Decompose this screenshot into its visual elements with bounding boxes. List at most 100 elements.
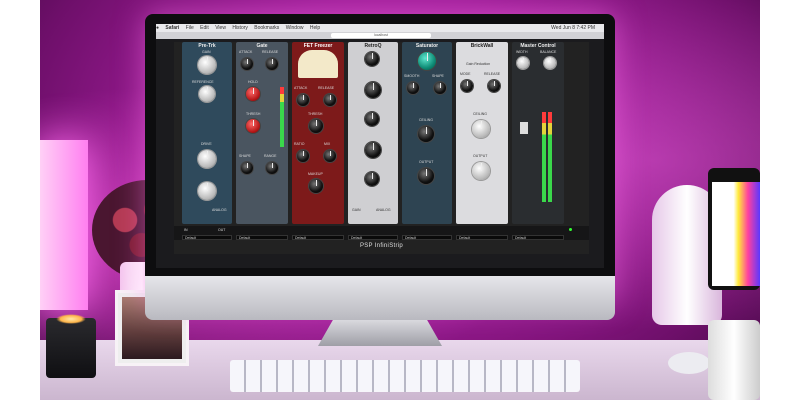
ceiling-knob[interactable] <box>418 126 434 142</box>
preset-select[interactable]: Default <box>402 235 452 240</box>
menu-item[interactable]: Bookmarks <box>254 25 279 31</box>
preset-select[interactable]: Default <box>512 235 564 240</box>
saturation-knob[interactable] <box>418 52 436 70</box>
strip-retroq: RetroQ GAIN ANALOG <box>348 42 398 224</box>
url-field[interactable]: localhost <box>331 33 431 38</box>
candle <box>46 314 96 378</box>
knob-label: CEILING <box>419 118 434 122</box>
gain-knob[interactable] <box>198 56 216 74</box>
output-knob[interactable] <box>418 168 434 184</box>
knob-label: SHAPE <box>239 154 251 158</box>
knob-label: RELEASE <box>318 86 335 90</box>
smooth-knob[interactable] <box>407 82 419 94</box>
pink-lamp <box>40 140 88 310</box>
knob-label: BALANCE <box>540 50 557 54</box>
preset-select[interactable]: Default <box>182 235 232 240</box>
browser-toolbar: localhost <box>156 32 604 39</box>
shape-knob[interactable] <box>434 82 446 94</box>
knob-label: ATTACK <box>239 50 253 54</box>
balance-knob[interactable] <box>544 57 556 69</box>
screen: ● Safari File Edit View History Bookmark… <box>156 24 604 268</box>
brand-name: PSP InfiniStrip <box>359 243 404 249</box>
strip-title: Master Control <box>520 43 556 49</box>
range-knob[interactable] <box>266 162 278 174</box>
knob-label: GAIN <box>202 50 211 54</box>
strip-title: Saturator <box>415 43 439 49</box>
reference-knob[interactable] <box>199 86 215 102</box>
eq-knob-4[interactable] <box>365 142 381 158</box>
mode-knob[interactable] <box>461 80 473 92</box>
strip-brickwall: BrickWall Gain Reduction MODE RELEASE CE… <box>456 42 508 224</box>
phone <box>708 168 760 290</box>
knob-label: REFERENCE <box>192 80 214 84</box>
menu-item[interactable]: Help <box>310 25 320 31</box>
attack-knob[interactable] <box>241 58 253 70</box>
status-clock: Wed Jun 8 7:42 PM <box>551 25 595 31</box>
out-label: OUT <box>218 228 226 232</box>
apple-icon[interactable]: ● <box>156 25 159 31</box>
menu-item[interactable]: View <box>215 25 226 31</box>
knob-label: DRIVE <box>201 142 212 146</box>
strip-title: Gate <box>256 43 268 49</box>
knob-label: THRESH <box>308 112 323 116</box>
knob-label: RELEASE <box>262 50 279 54</box>
eq-knob-2[interactable] <box>365 82 381 98</box>
knob-label: ATTACK <box>294 86 308 90</box>
menu-item[interactable]: Window <box>286 25 304 31</box>
menu-item[interactable]: Safari <box>165 25 179 31</box>
attack-knob[interactable] <box>297 94 309 106</box>
mug <box>708 320 760 400</box>
thresh-knob[interactable] <box>246 119 260 133</box>
strip-title: BrickWall <box>470 43 494 49</box>
release-knob[interactable] <box>324 94 336 106</box>
ceiling-knob[interactable] <box>472 120 490 138</box>
knob-label: HOLD <box>248 80 258 84</box>
menu-item[interactable]: History <box>232 25 248 31</box>
preset-select[interactable]: Default <box>456 235 508 240</box>
preset-select[interactable]: Default <box>236 235 288 240</box>
mix-knob[interactable] <box>198 182 216 200</box>
menu-bar: ● Safari File Edit View History Bookmark… <box>156 24 604 32</box>
hold-knob[interactable] <box>246 87 260 101</box>
eq-knob-5[interactable] <box>365 172 379 186</box>
knob-label: SHAPE <box>432 74 444 78</box>
mix-knob[interactable] <box>324 150 336 162</box>
width-knob[interactable] <box>517 57 529 69</box>
release-knob[interactable] <box>488 80 500 92</box>
power-led[interactable] <box>569 228 572 231</box>
eq-knob-3[interactable] <box>365 112 379 126</box>
knob-label: CEILING <box>473 112 488 116</box>
master-fader[interactable] <box>520 122 528 134</box>
eq-knob-1[interactable] <box>365 52 379 66</box>
menu-item[interactable]: File <box>186 25 194 31</box>
knob-label: RELEASE <box>484 72 501 76</box>
candle-flame <box>56 314 86 324</box>
preset-select[interactable]: Default <box>348 235 398 240</box>
preset-select[interactable]: Default <box>292 235 344 240</box>
strip-master-control: Master Control WIDTH BALANCE <box>512 42 564 224</box>
mouse <box>668 352 710 374</box>
drive-knob[interactable] <box>198 150 216 168</box>
strip-pre-trk: Pre-Trk GAIN REFERENCE DRIVE ANALOG <box>182 42 232 224</box>
monitor-chin <box>145 276 615 320</box>
thresh-knob[interactable] <box>309 119 323 133</box>
gate-meter <box>280 87 284 147</box>
knob-label: OUTPUT <box>473 154 488 158</box>
master-meter-right <box>548 112 552 202</box>
strip-gate: Gate ATTACK RELEASE HOLD THRESH SHAPE RA… <box>236 42 288 224</box>
ratio-knob[interactable] <box>297 150 309 162</box>
knob-label: ANALOG <box>376 208 391 212</box>
strip-fet-freezer: FET Freezer ATTACK RELEASE THRESH RATIO … <box>292 42 344 224</box>
monitor-stand <box>318 320 442 346</box>
gain-reduction-label: Gain Reduction <box>466 62 491 66</box>
release-knob[interactable] <box>266 58 278 70</box>
strip-title: Pre-Trk <box>198 43 216 49</box>
in-label: IN <box>184 228 188 232</box>
knob-label: WIDTH <box>516 50 528 54</box>
menu-item[interactable]: Edit <box>200 25 209 31</box>
shape-knob[interactable] <box>241 162 253 174</box>
output-knob[interactable] <box>472 162 490 180</box>
plugin-window: Pre-Trk GAIN REFERENCE DRIVE ANALOG Gate… <box>174 42 589 254</box>
strip-title: FET Freezer <box>303 43 333 49</box>
makeup-knob[interactable] <box>309 179 323 193</box>
